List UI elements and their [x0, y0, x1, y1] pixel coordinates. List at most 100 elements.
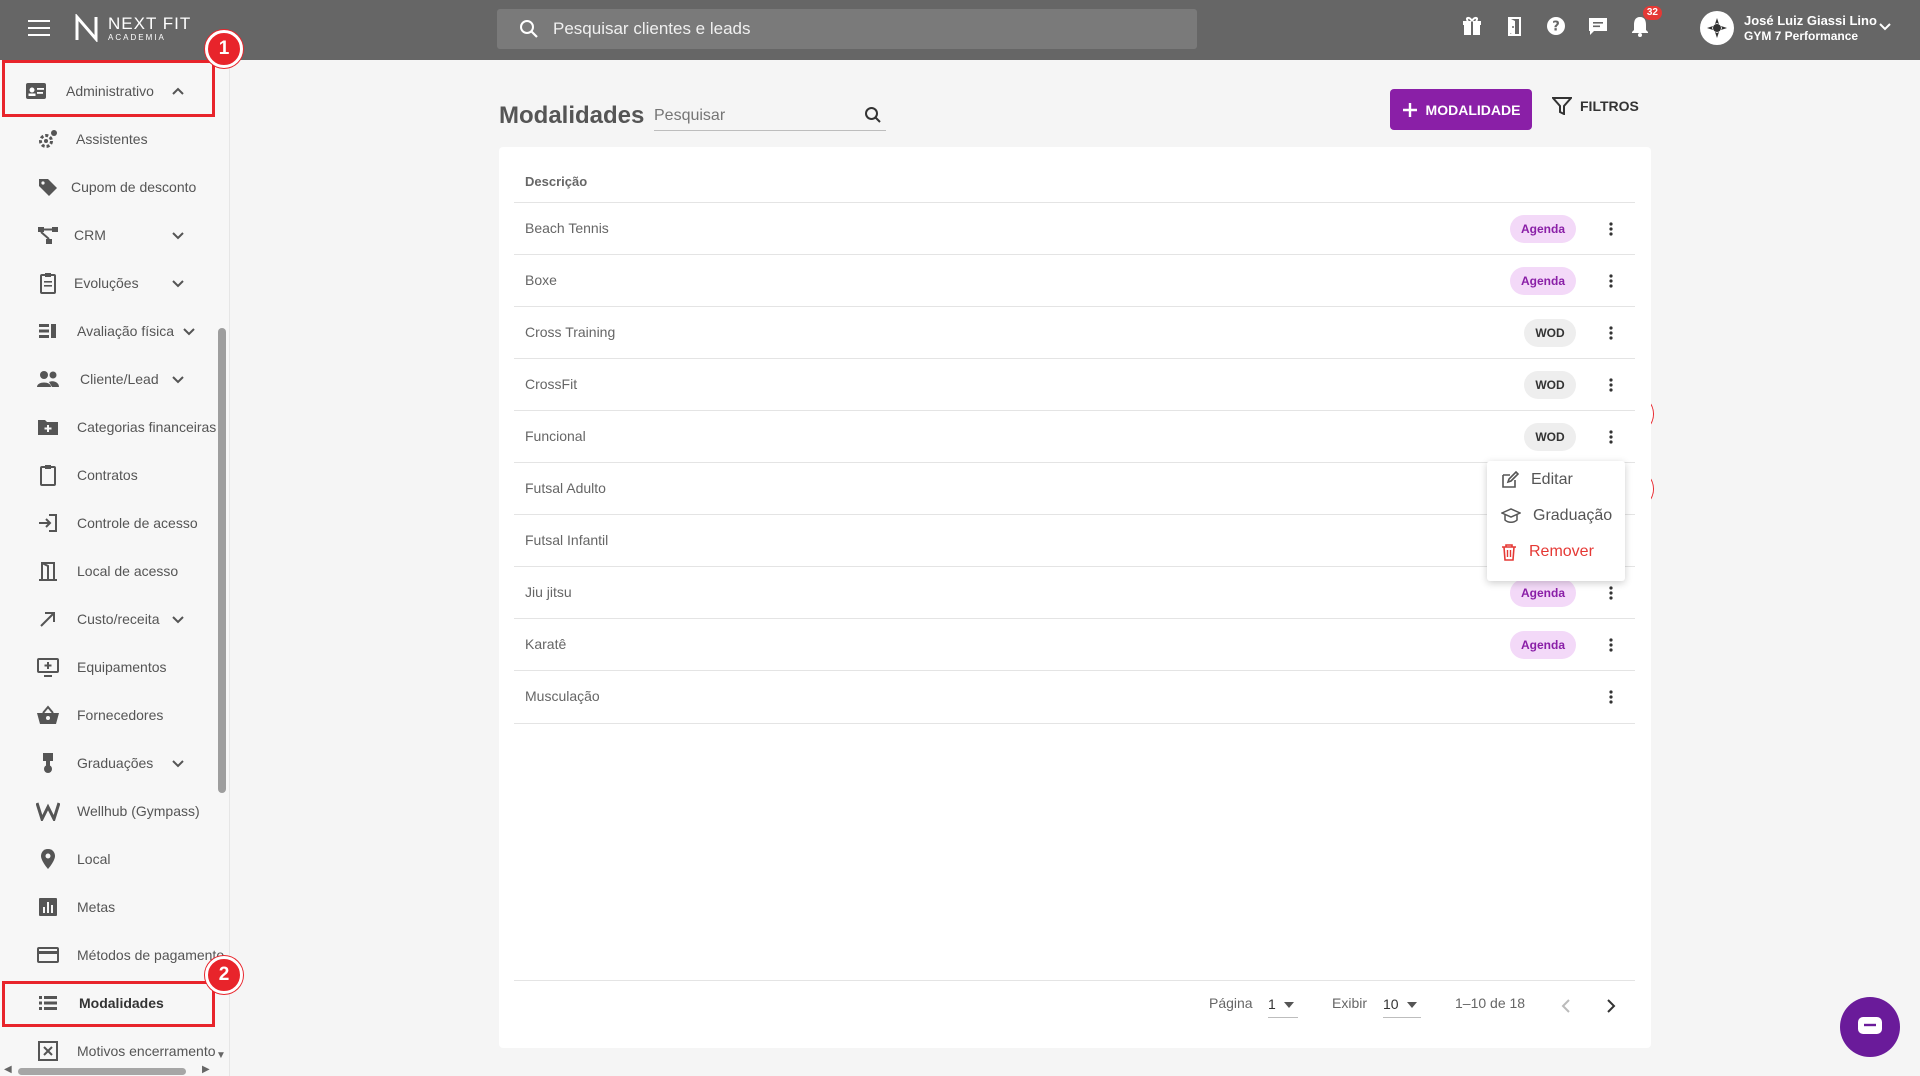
- table-row[interactable]: Beach Tennis Agenda: [514, 202, 1635, 254]
- sidebar-item-controle-de-acesso[interactable]: Controle de acesso: [0, 501, 215, 545]
- brand-logo-icon: [75, 14, 98, 42]
- sidebar-item-cliente-lead[interactable]: Cliente/Lead: [0, 357, 215, 401]
- help-icon[interactable]: ?: [1544, 14, 1568, 38]
- sidebar-item-label: Cliente/Lead: [80, 371, 159, 387]
- brand-logo[interactable]: NEXT FIT ACADEMIA: [74, 14, 191, 42]
- chevron-down-icon: [172, 376, 184, 384]
- row-context-menu: Editar Graduação Remover: [1487, 461, 1625, 581]
- sidebar-horizontal-scrollbar[interactable]: [18, 1068, 186, 1075]
- sidebar-item-equipamentos[interactable]: Equipamentos: [0, 645, 215, 689]
- sidebar-item-label: Cupom de desconto: [71, 179, 197, 195]
- chevron-down-icon: [183, 328, 195, 336]
- tag-badge: Agenda: [1510, 267, 1576, 295]
- menu-item-editar[interactable]: Editar: [1501, 471, 1573, 489]
- more-vertical-icon[interactable]: [1601, 375, 1621, 395]
- add-modalidade-button[interactable]: MODALIDADE: [1390, 89, 1532, 130]
- add-modalidade-label: MODALIDADE: [1425, 101, 1521, 118]
- sidebar-item-label: Contratos: [77, 467, 138, 483]
- sidebar-item-label: Graduações: [77, 755, 154, 771]
- global-search-input[interactable]: Pesquisar clientes e leads: [497, 9, 1197, 49]
- modalidades-search-field[interactable]: [654, 101, 886, 131]
- row-name: Futsal Infantil: [525, 532, 609, 548]
- avatar: [1700, 11, 1734, 45]
- sidebar-item-wellhub[interactable]: Wellhub (Gympass): [0, 789, 215, 833]
- menu-item-graduacao[interactable]: Graduação: [1501, 507, 1612, 525]
- sidebar-item-motivos-encerramento[interactable]: Motivos encerramento: [0, 1029, 216, 1073]
- table-row[interactable]: Jiu jitsu Agenda: [514, 566, 1635, 618]
- support-chat-button[interactable]: [1840, 997, 1900, 1057]
- page-size-select[interactable]: 10: [1383, 996, 1421, 1018]
- edit-icon: [1502, 471, 1519, 488]
- sidebar-item-label: Equipamentos: [77, 659, 167, 675]
- sidebar-item-metas[interactable]: Metas: [0, 885, 215, 929]
- clipboard-list-icon: [36, 271, 60, 295]
- scroll-down-arrow-icon[interactable]: ▼: [216, 1050, 226, 1061]
- table-row[interactable]: Funcional WOD: [514, 410, 1635, 462]
- table-bottom-divider: [514, 723, 1635, 724]
- more-vertical-icon[interactable]: [1601, 323, 1621, 343]
- sidebar-item-local-de-acesso[interactable]: Local de acesso: [0, 549, 215, 593]
- user-name: José Luiz Giassi Lino: [1744, 13, 1877, 29]
- table-row[interactable]: CrossFit WOD: [514, 358, 1635, 410]
- sidebar-item-label: Categorias financeiras: [77, 419, 217, 435]
- filters-button[interactable]: FILTROS: [1552, 97, 1639, 115]
- menu-item-label: Editar: [1531, 471, 1573, 488]
- chevron-down-icon[interactable]: [1878, 22, 1892, 32]
- menu-item-remover[interactable]: Remover: [1501, 543, 1594, 561]
- sidebar-item-metodos-de-pagamento[interactable]: Métodos de pagamento: [0, 933, 224, 977]
- tag-badge: Agenda: [1510, 631, 1576, 659]
- highlight-box-modalidades: [2, 981, 215, 1027]
- table-row[interactable]: Cross Training WOD: [514, 306, 1635, 358]
- page-select[interactable]: 1: [1268, 996, 1298, 1018]
- more-vertical-icon[interactable]: [1601, 219, 1621, 239]
- more-vertical-icon[interactable]: [1601, 583, 1621, 603]
- sidebar-item-local[interactable]: Local: [0, 837, 215, 881]
- monitor-plus-icon: [36, 655, 60, 679]
- sidebar-vertical-scrollbar[interactable]: [218, 328, 226, 793]
- more-vertical-icon[interactable]: [1601, 427, 1621, 447]
- login-icon: [36, 511, 60, 535]
- more-vertical-icon[interactable]: [1601, 687, 1621, 707]
- table-row[interactable]: Boxe Agenda: [514, 254, 1635, 306]
- hamburger-menu-icon[interactable]: [28, 20, 50, 38]
- sidebar-item-contratos[interactable]: Contratos: [0, 453, 215, 497]
- sidebar-item-evolucoes[interactable]: Evoluções: [0, 261, 215, 305]
- pagination-page-label: Página: [1209, 995, 1253, 1011]
- table-row[interactable]: Musculação: [514, 670, 1635, 722]
- scroll-right-arrow-icon[interactable]: ▶: [202, 1064, 210, 1075]
- chevron-right-icon[interactable]: [1606, 999, 1616, 1013]
- sidebar-item-categorias-financeiras[interactable]: Categorias financeiras: [0, 405, 217, 449]
- tag-badge: Agenda: [1510, 579, 1576, 607]
- more-vertical-icon[interactable]: [1601, 271, 1621, 291]
- page-select-value: 1: [1268, 996, 1276, 1012]
- sidebar-item-label: Metas: [77, 899, 116, 915]
- sidebar-item-label: Local: [77, 851, 111, 867]
- gift-icon[interactable]: [1460, 14, 1484, 38]
- step-badge-2: 2: [205, 956, 243, 994]
- sidebar-item-graduacoes[interactable]: Graduações: [0, 741, 215, 785]
- notification-bell-icon[interactable]: 32: [1628, 6, 1662, 38]
- sidebar-item-fornecedores[interactable]: Fornecedores: [0, 693, 215, 737]
- table-row[interactable]: Futsal Adulto: [514, 462, 1635, 514]
- notification-badge: 32: [1642, 6, 1662, 20]
- modalidades-search-input[interactable]: [654, 106, 854, 125]
- sidebar-item-label: Motivos encerramento: [77, 1043, 216, 1059]
- search-icon[interactable]: [864, 106, 882, 124]
- table-row[interactable]: Futsal Infantil: [514, 514, 1635, 566]
- sidebar-item-crm[interactable]: CRM: [0, 213, 215, 257]
- sidebar-item-custo-receita[interactable]: Custo/receita: [0, 597, 215, 641]
- sidebar-item-label: Local de acesso: [77, 563, 179, 579]
- scroll-left-arrow-icon[interactable]: ◀: [4, 1064, 12, 1075]
- door-access-icon[interactable]: [1502, 14, 1526, 38]
- tag-icon: [36, 175, 60, 199]
- chevron-left-icon[interactable]: [1561, 999, 1571, 1013]
- sidebar-item-cupom-de-desconto[interactable]: Cupom de desconto: [0, 165, 215, 209]
- chat-message-icon[interactable]: [1586, 14, 1610, 38]
- user-profile[interactable]: José Luiz Giassi Lino GYM 7 Performance: [1700, 11, 1877, 45]
- sidebar-item-label: Avaliação física: [77, 323, 175, 339]
- sidebar-item-avaliacao-fisica[interactable]: Avaliação física: [0, 309, 215, 353]
- more-vertical-icon[interactable]: [1601, 635, 1621, 655]
- table-row[interactable]: Karatê Agenda: [514, 618, 1635, 670]
- sidebar-item-assistentes[interactable]: Assistentes: [0, 117, 215, 161]
- basket-icon: [36, 703, 60, 727]
